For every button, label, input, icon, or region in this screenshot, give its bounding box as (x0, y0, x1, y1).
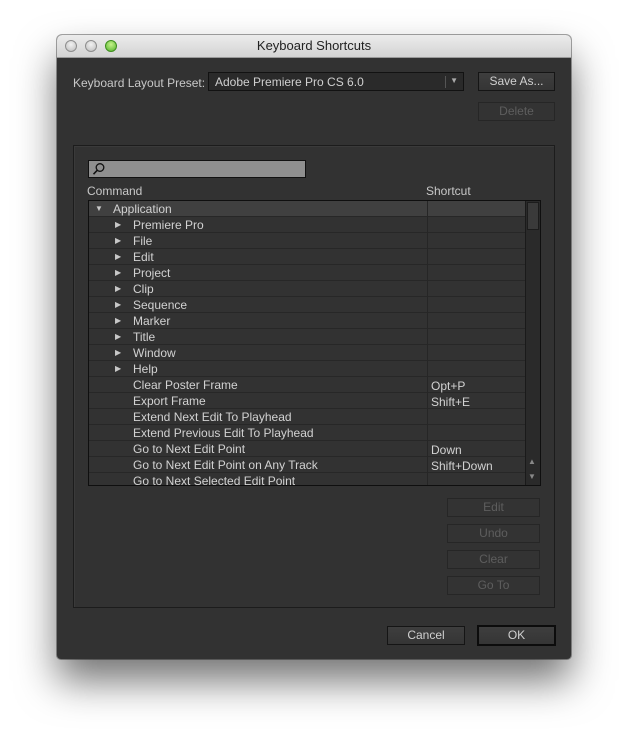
disclosure-expanded-icon[interactable]: ▼ (95, 204, 103, 213)
clear-button[interactable]: Clear (447, 550, 540, 569)
disclosure-collapsed-icon[interactable]: ▶ (115, 316, 121, 325)
disclosure-collapsed-icon[interactable]: ▶ (115, 332, 121, 341)
table-row[interactable]: ▶ Project (89, 265, 526, 281)
table-row[interactable]: ▶ Window (89, 345, 526, 361)
scrollbar-thumb[interactable] (527, 202, 539, 230)
column-divider (427, 249, 428, 265)
table-row[interactable]: Go to Next Selected Edit Point (89, 473, 526, 486)
preset-label: Keyboard Layout Preset: (73, 76, 206, 90)
disclosure-collapsed-icon[interactable]: ▶ (115, 284, 121, 293)
column-divider (427, 217, 428, 233)
command-cell: Premiere Pro (133, 218, 204, 232)
column-divider (427, 265, 428, 281)
shortcut-cell[interactable]: Opt+P (431, 379, 465, 393)
table-rows: ▼ Application ▶ Premiere Pro ▶ File ▶ Edit ▶ Proj… (89, 201, 526, 486)
command-cell: Export Frame (133, 394, 206, 408)
table-row[interactable]: Go to Next Edit Point Down (89, 441, 526, 457)
preset-dropdown[interactable]: Adobe Premiere Pro CS 6.0 ▼ (208, 72, 464, 91)
table-row[interactable]: ▶ Help (89, 361, 526, 377)
column-divider (427, 425, 428, 441)
chevron-down-icon: ▼ (450, 76, 458, 85)
column-divider (427, 297, 428, 313)
command-cell: Help (133, 362, 158, 376)
search-input[interactable] (107, 161, 302, 177)
disclosure-collapsed-icon[interactable]: ▶ (115, 220, 121, 229)
table-row[interactable]: Clear Poster Frame Opt+P (89, 377, 526, 393)
command-cell: Marker (133, 314, 171, 328)
column-header-command[interactable]: Command (87, 184, 142, 198)
table-row[interactable]: ▶ Marker (89, 313, 526, 329)
command-cell: Edit (133, 250, 154, 264)
keyboard-shortcuts-dialog: Keyboard Shortcuts Keyboard Layout Prese… (57, 35, 571, 659)
delete-button[interactable]: Delete (478, 102, 555, 121)
table-row[interactable]: ▶ Sequence (89, 297, 526, 313)
table-row[interactable]: Export Frame Shift+E (89, 393, 526, 409)
preset-value: Adobe Premiere Pro CS 6.0 (215, 75, 364, 89)
column-divider (427, 441, 428, 457)
command-cell: Extend Previous Edit To Playhead (133, 426, 314, 440)
disclosure-collapsed-icon[interactable]: ▶ (115, 300, 121, 309)
undo-button[interactable]: Undo (447, 524, 540, 543)
disclosure-collapsed-icon[interactable]: ▶ (115, 236, 121, 245)
ok-button[interactable]: OK (477, 625, 556, 646)
command-cell: File (133, 234, 153, 248)
table-row[interactable]: ▶ Premiere Pro (89, 217, 526, 233)
shortcut-cell[interactable]: Shift+E (431, 395, 470, 409)
command-cell: Sequence (133, 298, 188, 312)
table-row[interactable]: ▼ Application (89, 201, 526, 217)
command-cell: Clear Poster Frame (133, 378, 238, 392)
disclosure-collapsed-icon[interactable]: ▶ (115, 364, 121, 373)
command-cell: Go to Next Edit Point on Any Track (133, 458, 318, 472)
dropdown-separator (445, 76, 446, 88)
command-cell: Project (133, 266, 171, 280)
shortcut-cell[interactable]: Shift+Down (431, 459, 493, 473)
title-bar[interactable]: Keyboard Shortcuts (57, 35, 571, 58)
scroll-up-arrow-icon[interactable]: ▲ (528, 457, 536, 466)
shortcut-cell[interactable]: Down (431, 443, 462, 457)
command-cell: Title (133, 330, 156, 344)
disclosure-collapsed-icon[interactable]: ▶ (115, 348, 121, 357)
column-divider (427, 409, 428, 425)
column-divider (427, 393, 428, 409)
column-divider (427, 377, 428, 393)
table-row[interactable]: ▶ Title (89, 329, 526, 345)
table-row[interactable]: ▶ Clip (89, 281, 526, 297)
scroll-down-arrow-icon[interactable]: ▼ (528, 472, 536, 481)
command-cell: Extend Next Edit To Playhead (133, 410, 292, 424)
column-divider (427, 281, 428, 297)
save-as-button[interactable]: Save As... (478, 72, 555, 91)
command-cell: Clip (133, 282, 154, 296)
table-row[interactable]: Go to Next Edit Point on Any Track Shift+… (89, 457, 526, 473)
shortcuts-table[interactable]: ▼ Application ▶ Premiere Pro ▶ File ▶ Edit ▶ Proj… (88, 200, 541, 486)
table-row[interactable]: Extend Previous Edit To Playhead (89, 425, 526, 441)
cancel-button[interactable]: Cancel (387, 626, 465, 645)
column-divider (427, 473, 428, 485)
table-row[interactable]: Extend Next Edit To Playhead (89, 409, 526, 425)
table-row[interactable]: ▶ File (89, 233, 526, 249)
column-divider (427, 345, 428, 361)
disclosure-collapsed-icon[interactable]: ▶ (115, 268, 121, 277)
search-icon (92, 163, 105, 175)
column-divider (427, 233, 428, 249)
window-title: Keyboard Shortcuts (256, 38, 372, 53)
command-cell: Go to Next Selected Edit Point (133, 474, 296, 486)
column-header-shortcut[interactable]: Shortcut (426, 184, 471, 198)
go-to-button[interactable]: Go To (447, 576, 540, 595)
command-cell: Window (133, 346, 176, 360)
column-divider (427, 313, 428, 329)
column-divider (427, 361, 428, 377)
command-cell: Application (113, 202, 172, 216)
edit-button[interactable]: Edit (447, 498, 540, 517)
vertical-scrollbar[interactable]: ▲ ▼ (525, 201, 540, 485)
search-field[interactable] (88, 160, 306, 178)
command-cell: Go to Next Edit Point (133, 442, 246, 456)
table-row[interactable]: ▶ Edit (89, 249, 526, 265)
column-divider (427, 457, 428, 473)
column-divider (427, 329, 428, 345)
column-divider (427, 201, 428, 217)
disclosure-collapsed-icon[interactable]: ▶ (115, 252, 121, 261)
